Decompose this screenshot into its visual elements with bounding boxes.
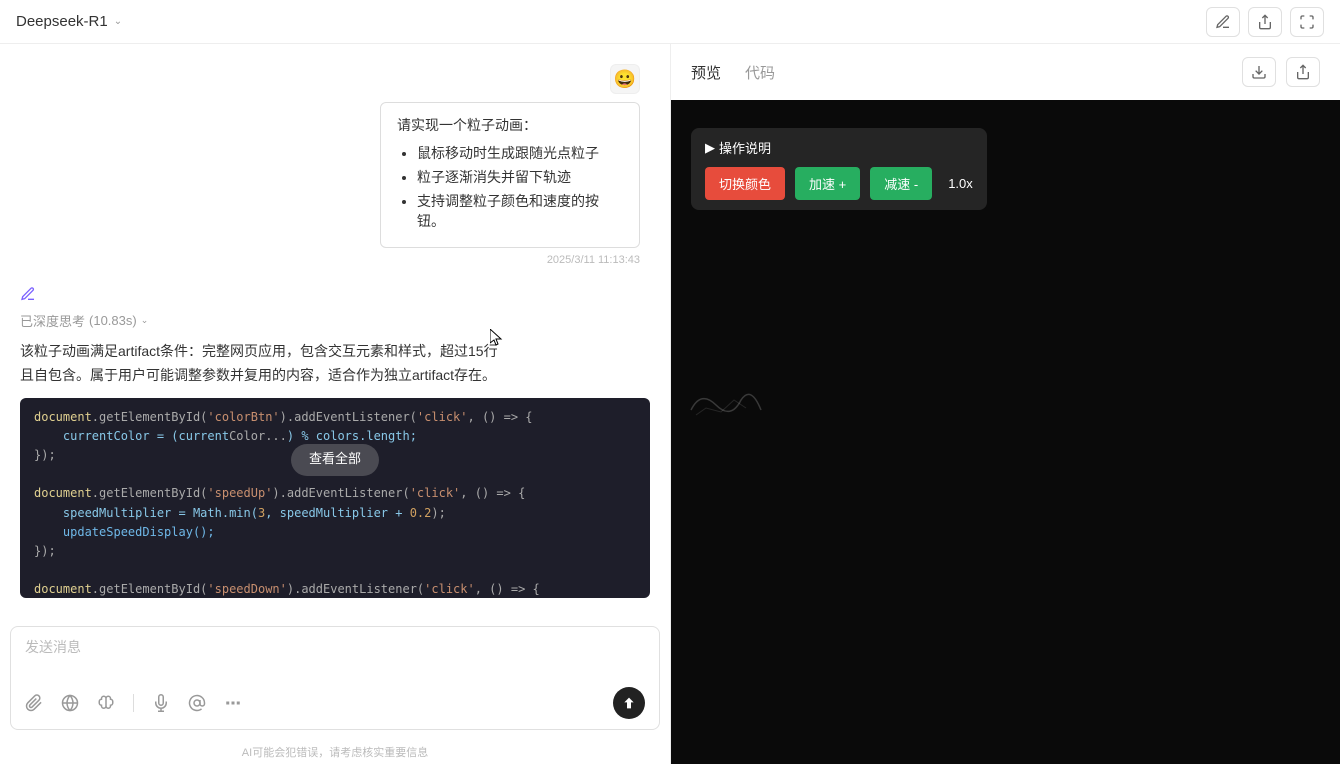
- user-avatar: 😀: [610, 64, 640, 94]
- thinking-time: (10.83s): [89, 313, 137, 328]
- code-block: 查看全部 document.getElementById('colorBtn')…: [20, 398, 650, 598]
- microphone-icon[interactable]: [152, 694, 170, 712]
- model-name: Deepseek-R1: [16, 13, 108, 30]
- share-button[interactable]: [1248, 7, 1282, 37]
- tab-code[interactable]: 代码: [745, 58, 775, 87]
- thinking-label: 已深度思考: [20, 311, 85, 330]
- artifact-header: 预览 代码: [671, 44, 1340, 100]
- globe-icon[interactable]: [61, 694, 79, 712]
- artifact-tabs: 预览 代码: [691, 58, 775, 87]
- divider: [133, 694, 134, 712]
- edit-icon[interactable]: [20, 286, 36, 305]
- input-toolbar: [25, 687, 645, 719]
- model-selector[interactable]: Deepseek-R1 ⌄: [16, 13, 122, 30]
- list-item: 支持调整粒子颜色和速度的按钮。: [417, 191, 623, 231]
- expand-button[interactable]: [1290, 7, 1324, 37]
- slow-down-button[interactable]: 减速 -: [870, 167, 932, 200]
- share-artifact-button[interactable]: [1286, 57, 1320, 87]
- artifact-pane: 预览 代码 ▶ 操作说明 切换颜色 加速 + 减速 - 1.0x: [670, 44, 1340, 764]
- switch-color-button[interactable]: 切换颜色: [705, 167, 785, 200]
- app-header: Deepseek-R1 ⌄: [0, 0, 1340, 44]
- assistant-text: 该粒子动画满足artifact条件：完整网页应用，包含交互元素和样式，超过15行…: [20, 340, 650, 388]
- particle-trail: [686, 380, 806, 443]
- user-msg-title: 请实现一个粒子动画：: [397, 115, 623, 135]
- assistant-message: 已深度思考 (10.83s) ⌄ 该粒子动画满足artifact条件：完整网页应用…: [10, 286, 660, 598]
- speed-up-button[interactable]: 加速 +: [795, 167, 860, 200]
- message-timestamp: 2025/3/11 11:13:43: [547, 254, 640, 266]
- footer-disclaimer: AI可能会犯错误，请考虑核实重要信息: [0, 740, 670, 764]
- brain-icon[interactable]: [97, 694, 115, 712]
- list-item: 粒子逐渐消失并留下轨迹: [417, 167, 623, 187]
- user-message: 😀 请实现一个粒子动画： 鼠标移动时生成跟随光点粒子 粒子逐渐消失并留下轨迹 支…: [10, 64, 660, 266]
- tab-preview[interactable]: 预览: [691, 58, 721, 87]
- edit-button[interactable]: [1206, 7, 1240, 37]
- more-icon[interactable]: [224, 694, 242, 712]
- send-button[interactable]: [613, 687, 645, 719]
- thinking-header[interactable]: 已深度思考 (10.83s) ⌄: [20, 311, 650, 330]
- download-button[interactable]: [1242, 57, 1276, 87]
- list-item: 鼠标移动时生成跟随光点粒子: [417, 143, 623, 163]
- attachment-icon[interactable]: [25, 694, 43, 712]
- view-all-button[interactable]: 查看全部: [291, 444, 379, 477]
- chevron-down-icon: ⌄: [141, 315, 149, 326]
- chevron-down-icon: ⌄: [114, 16, 122, 27]
- chat-pane: 😀 请实现一个粒子动画： 鼠标移动时生成跟随光点粒子 粒子逐渐消失并留下轨迹 支…: [0, 44, 670, 764]
- message-input-area: 发送消息: [10, 626, 660, 730]
- control-panel: ▶ 操作说明 切换颜色 加速 + 减速 - 1.0x: [691, 128, 987, 210]
- speed-display: 1.0x: [948, 176, 973, 191]
- preview-canvas[interactable]: ▶ 操作说明 切换颜色 加速 + 减速 - 1.0x: [671, 100, 1340, 764]
- header-actions: [1206, 7, 1324, 37]
- triangle-right-icon: ▶: [705, 140, 715, 156]
- user-bubble: 请实现一个粒子动画： 鼠标移动时生成跟随光点粒子 粒子逐渐消失并留下轨迹 支持调…: [380, 102, 640, 248]
- panel-title[interactable]: ▶ 操作说明: [705, 138, 973, 157]
- mention-icon[interactable]: [188, 694, 206, 712]
- message-input[interactable]: 发送消息: [25, 637, 645, 657]
- chat-scroll-area[interactable]: 😀 请实现一个粒子动画： 鼠标移动时生成跟随光点粒子 粒子逐渐消失并留下轨迹 支…: [0, 44, 670, 616]
